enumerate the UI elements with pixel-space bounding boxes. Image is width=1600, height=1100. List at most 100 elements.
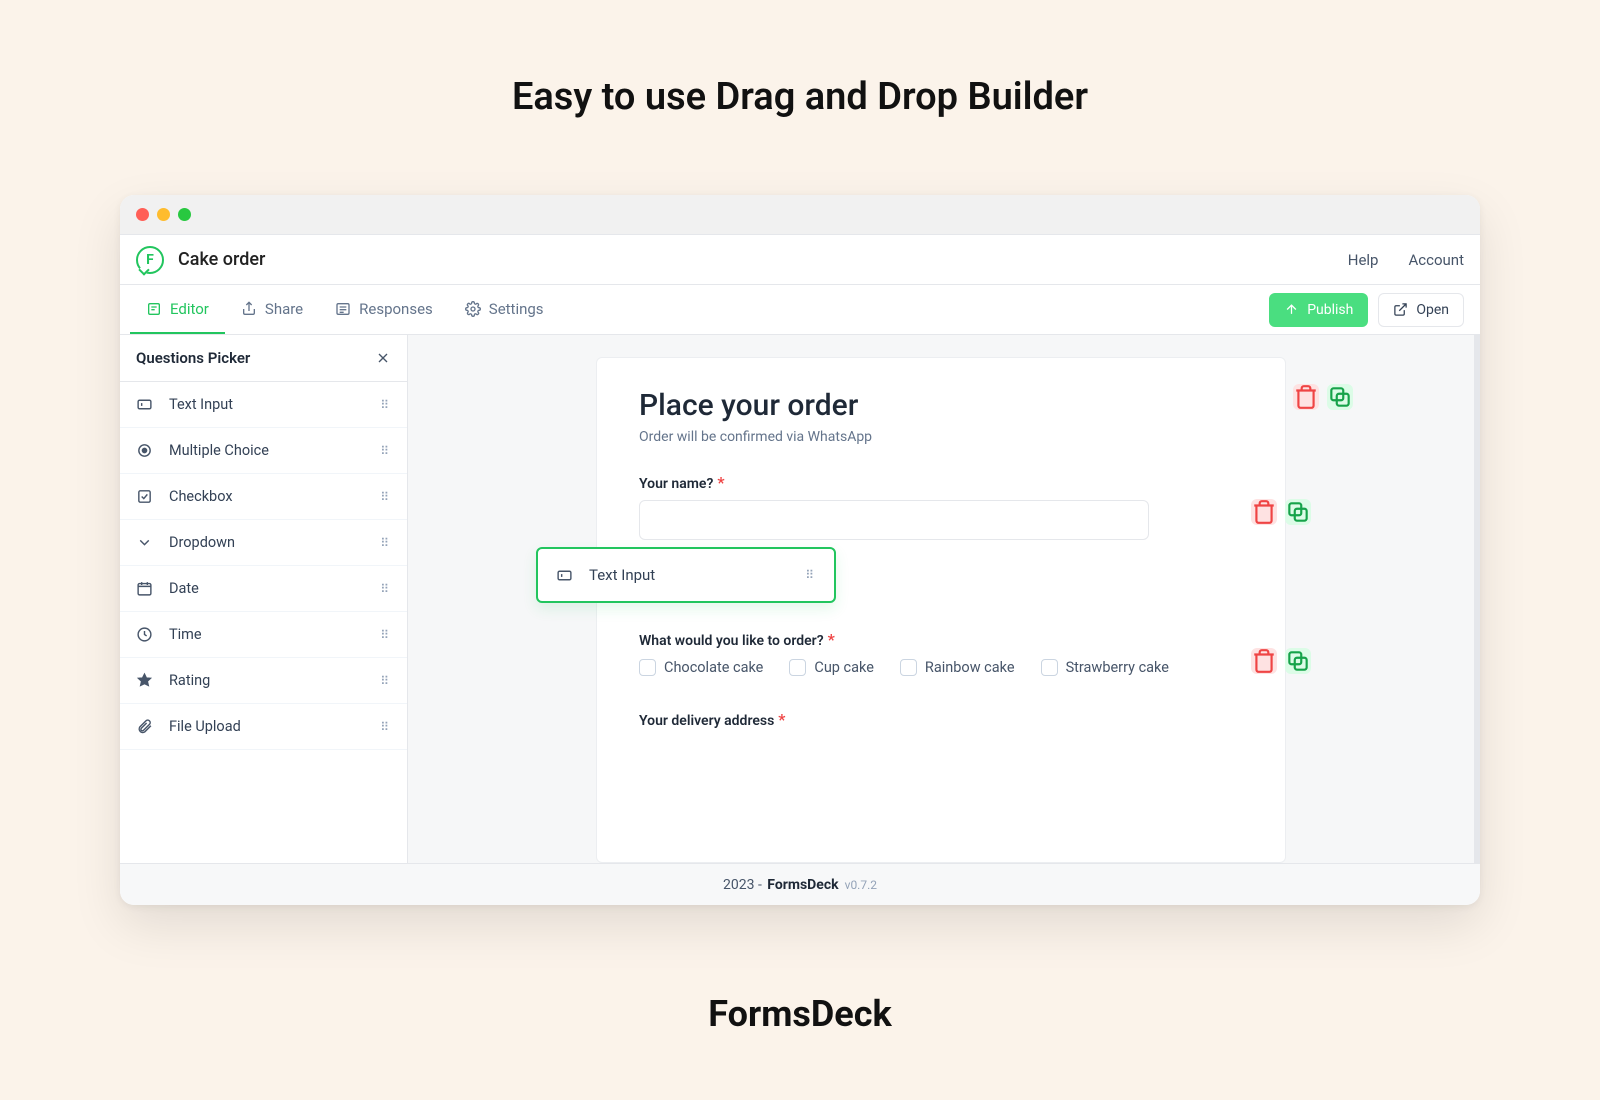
picker-item-text-input[interactable]: Text Input⠿ bbox=[120, 382, 407, 428]
app-footer: 2023 - FormsDeck v0.7.2 bbox=[120, 863, 1480, 905]
clock-icon bbox=[136, 626, 153, 643]
dropdown-icon bbox=[136, 534, 153, 551]
drag-handle-icon[interactable]: ⠿ bbox=[380, 490, 391, 504]
window-titlebar bbox=[120, 195, 1480, 235]
trash-icon bbox=[1251, 648, 1277, 674]
open-external-icon bbox=[1393, 302, 1408, 317]
field-address-label: Your delivery address bbox=[639, 713, 774, 729]
name-input[interactable] bbox=[639, 500, 1149, 540]
star-icon bbox=[136, 672, 153, 689]
picker-item-rating[interactable]: Rating⠿ bbox=[120, 658, 407, 704]
delete-order-button[interactable] bbox=[1251, 648, 1277, 674]
form-subtitle[interactable]: Order will be confirmed via WhatsApp bbox=[639, 429, 1243, 445]
drag-handle-icon[interactable]: ⠿ bbox=[380, 536, 391, 550]
drag-handle-icon[interactable]: ⠿ bbox=[380, 582, 391, 596]
required-marker: * bbox=[828, 630, 835, 649]
help-link[interactable]: Help bbox=[1348, 251, 1379, 269]
picker-item-time[interactable]: Time ⠿ bbox=[120, 612, 407, 658]
tab-responses[interactable]: Responses bbox=[319, 285, 449, 334]
picker-item-label: Date bbox=[169, 580, 199, 597]
field-address: Your delivery address * bbox=[639, 710, 1243, 729]
close-picker-button[interactable] bbox=[375, 350, 391, 366]
trash-icon bbox=[1293, 384, 1319, 410]
drag-handle-icon[interactable]: ⠿ bbox=[380, 444, 391, 458]
form-name: Cake order bbox=[178, 249, 265, 270]
publish-button[interactable]: Publish bbox=[1269, 293, 1368, 327]
close-icon bbox=[375, 350, 391, 366]
tab-editor[interactable]: Editor bbox=[130, 285, 225, 334]
drag-handle-icon[interactable]: ⠿ bbox=[805, 568, 816, 582]
trash-icon bbox=[1251, 499, 1277, 525]
delete-title-button[interactable] bbox=[1293, 384, 1319, 410]
footer-version: v0.7.2 bbox=[845, 878, 877, 892]
responses-icon bbox=[335, 301, 351, 317]
hero-title: Easy to use Drag and Drop Builder bbox=[0, 0, 1600, 119]
required-marker: * bbox=[778, 710, 785, 729]
picker-item-multiple-choice[interactable]: Multiple Choice ⠿ bbox=[120, 428, 407, 474]
field-order-label: What would you like to order? bbox=[639, 633, 824, 649]
text-input-icon bbox=[556, 567, 573, 584]
checkbox-box-icon bbox=[639, 659, 656, 676]
checkbox-option[interactable]: Cup cake bbox=[789, 659, 874, 676]
checkbox-option[interactable]: Chocolate cake bbox=[639, 659, 763, 676]
minimize-window-icon[interactable] bbox=[157, 208, 170, 221]
copy-icon bbox=[1327, 384, 1353, 410]
form-title[interactable]: Place your order bbox=[639, 388, 1243, 423]
checkbox-label: Chocolate cake bbox=[664, 659, 763, 676]
picker-item-label: Time bbox=[169, 626, 202, 643]
duplicate-order-button[interactable] bbox=[1285, 648, 1311, 674]
app-window: F Cake order Help Account Editor Share R… bbox=[120, 195, 1480, 905]
checkbox-option[interactable]: Rainbow cake bbox=[900, 659, 1015, 676]
drag-handle-icon[interactable]: ⠿ bbox=[380, 398, 391, 412]
dragging-chip-label: Text Input bbox=[589, 566, 655, 584]
checkbox-label: Strawberry cake bbox=[1066, 659, 1169, 676]
picker-item-file-upload[interactable]: File Upload ⠿ bbox=[120, 704, 407, 750]
open-label: Open bbox=[1416, 302, 1449, 318]
tab-share-label: Share bbox=[265, 300, 303, 318]
footer-product: FormsDeck bbox=[767, 877, 838, 893]
picker-item-label: Checkbox bbox=[169, 488, 233, 505]
duplicate-name-button[interactable] bbox=[1285, 499, 1311, 525]
field-order: What would you like to order? * Chocolat… bbox=[639, 630, 1243, 676]
tab-settings[interactable]: Settings bbox=[449, 285, 560, 334]
picker-item-dropdown[interactable]: Dropdown⠿ bbox=[120, 520, 407, 566]
picker-item-checkbox[interactable]: Checkbox ⠿ bbox=[120, 474, 407, 520]
drag-handle-icon[interactable]: ⠿ bbox=[380, 674, 391, 688]
open-button[interactable]: Open bbox=[1378, 293, 1464, 327]
tabs-bar: Editor Share Responses Settings Publish bbox=[120, 285, 1480, 335]
publish-label: Publish bbox=[1307, 302, 1353, 318]
form-canvas[interactable]: Place your order Order will be confirmed… bbox=[408, 335, 1474, 863]
field-name-label: Your name? bbox=[639, 476, 713, 492]
required-marker: * bbox=[717, 473, 724, 492]
duplicate-title-button[interactable] bbox=[1327, 384, 1353, 410]
maximize-window-icon[interactable] bbox=[178, 208, 191, 221]
picker-item-date[interactable]: Date ⠿ bbox=[120, 566, 407, 612]
checkbox-option[interactable]: Strawberry cake bbox=[1041, 659, 1169, 676]
formsdeck-logo-icon: F bbox=[136, 246, 164, 274]
paperclip-icon bbox=[136, 718, 153, 735]
checkbox-box-icon bbox=[900, 659, 917, 676]
field-name: Your name? * bbox=[639, 473, 1243, 540]
delete-name-button[interactable] bbox=[1251, 499, 1277, 525]
brand-name: FormsDeck bbox=[0, 993, 1600, 1035]
tab-settings-label: Settings bbox=[489, 300, 544, 318]
checkbox-box-icon bbox=[789, 659, 806, 676]
tab-share[interactable]: Share bbox=[225, 285, 319, 334]
checkbox-label: Rainbow cake bbox=[925, 659, 1015, 676]
settings-icon bbox=[465, 301, 481, 317]
text-input-icon bbox=[136, 396, 153, 413]
close-window-icon[interactable] bbox=[136, 208, 149, 221]
drag-handle-icon[interactable]: ⠿ bbox=[380, 720, 391, 734]
picker-title: Questions Picker bbox=[136, 349, 250, 367]
copy-icon bbox=[1285, 499, 1311, 525]
calendar-icon bbox=[136, 580, 153, 597]
picker-item-label: Multiple Choice bbox=[169, 442, 269, 459]
footer-year: 2023 bbox=[723, 877, 754, 893]
form-card: Place your order Order will be confirmed… bbox=[596, 357, 1286, 863]
share-icon bbox=[241, 301, 257, 317]
dragging-text-input-chip[interactable]: Text Input ⠿ bbox=[536, 547, 836, 603]
drag-handle-icon[interactable]: ⠿ bbox=[380, 628, 391, 642]
picker-item-label: File Upload bbox=[169, 718, 241, 735]
account-link[interactable]: Account bbox=[1408, 251, 1464, 269]
app-header: F Cake order Help Account bbox=[120, 235, 1480, 285]
